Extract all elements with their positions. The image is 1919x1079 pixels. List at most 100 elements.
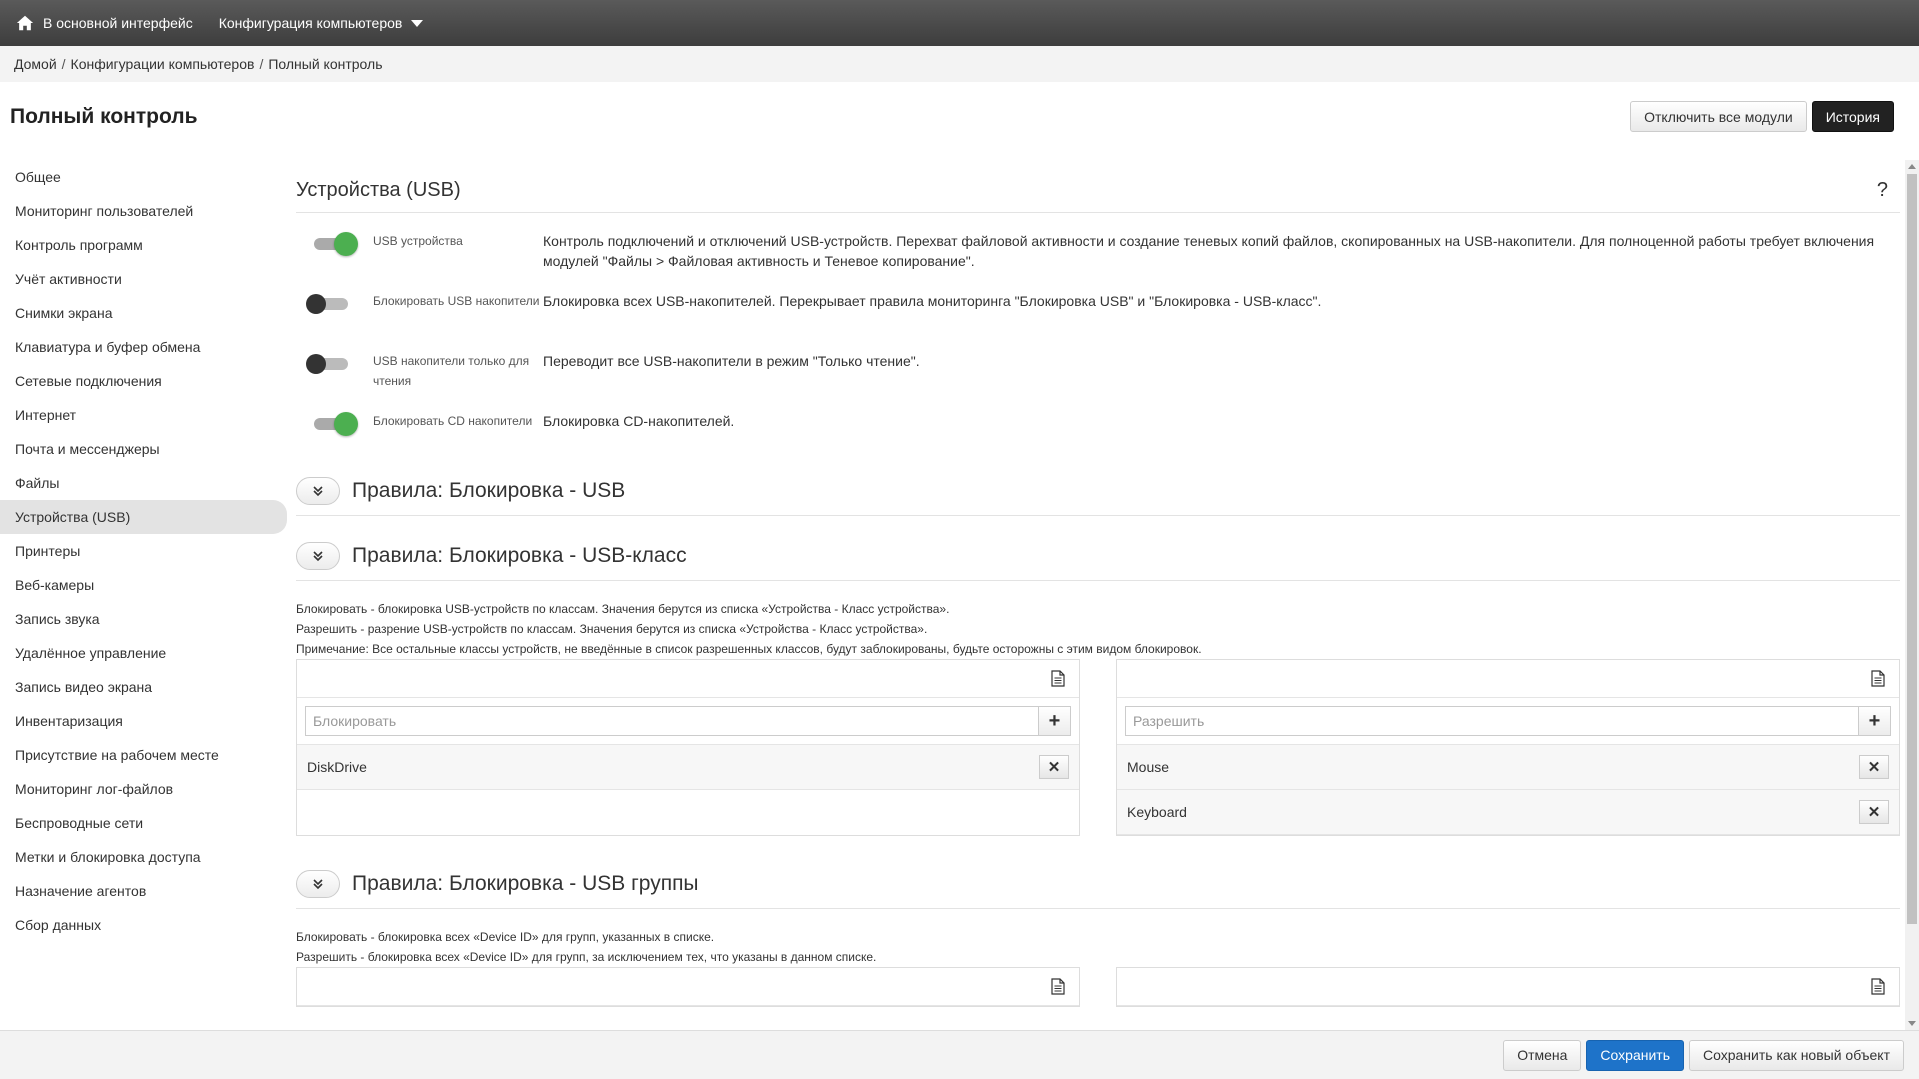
allow-list-panel: + Mouse ✕ Keyboard ✕ — [1116, 659, 1900, 836]
sidebar-item[interactable]: Интернет — [0, 398, 287, 432]
sidebar-item[interactable]: Принтеры — [0, 534, 287, 568]
save-as-new-button[interactable]: Сохранить как новый объект — [1689, 1039, 1904, 1071]
rules-usb-groups-title: Правила: Блокировка - USB группы — [352, 872, 699, 895]
sidebar-item[interactable]: Клавиатура и буфер обмена — [0, 330, 287, 364]
block-class-input[interactable] — [305, 706, 1038, 736]
list-item: DiskDrive ✕ — [297, 745, 1079, 790]
toggle-label: USB устройства — [373, 234, 463, 248]
scroll-up-icon[interactable] — [1908, 164, 1916, 169]
scroll-thumb[interactable] — [1907, 174, 1917, 924]
expand-rules-usb-button[interactable] — [296, 477, 340, 505]
add-allow-class-button[interactable]: + — [1858, 706, 1891, 736]
sidebar-item[interactable]: Учёт активности — [0, 262, 287, 296]
note-line: Разрешить - блокировка всех «Device ID» … — [296, 950, 877, 964]
double-chevron-down-icon — [313, 486, 323, 497]
note-line: Разрешить - разрение USB-устройств по кл… — [296, 622, 928, 636]
remove-item-button[interactable]: ✕ — [1859, 800, 1889, 824]
allow-items: Mouse ✕ Keyboard ✕ — [1117, 745, 1899, 835]
footer-actions: Отмена Сохранить Сохранить как новый объ… — [0, 1030, 1919, 1079]
section-title: Устройства (USB) — [296, 179, 461, 201]
toggle-switch[interactable] — [304, 231, 364, 257]
sidebar-item[interactable]: Мониторинг пользователей — [0, 194, 287, 228]
sidebar-item[interactable]: Инвентаризация — [0, 704, 287, 738]
home-icon — [16, 15, 34, 31]
home-link[interactable]: В основной интерфейс — [16, 14, 193, 32]
add-block-class-button[interactable]: + — [1038, 706, 1071, 736]
main-content: Устройства (USB) ? USB устройства Контрол… — [296, 160, 1900, 1030]
expand-rules-usb-groups-button[interactable] — [296, 870, 340, 898]
double-chevron-down-icon — [313, 879, 323, 890]
toggle-knob — [334, 232, 358, 256]
allow-add-row: + — [1117, 698, 1899, 745]
config-menu-dropdown[interactable]: Конфигурация компьютеров — [219, 15, 424, 31]
toggle-knob — [306, 294, 326, 314]
sidebar-item[interactable]: Удалённое управление — [0, 636, 287, 670]
config-menu-label: Конфигурация компьютеров — [218, 15, 403, 31]
sidebar-item[interactable]: Беспроводные сети — [0, 806, 287, 840]
block-items: DiskDrive ✕ — [297, 745, 1079, 790]
list-item-label: Mouse — [1127, 759, 1170, 775]
sidebar-item[interactable]: Контроль программ — [0, 228, 287, 262]
toggle-description: Переводит все USB-накопители в режим "То… — [543, 353, 920, 369]
sidebar-item[interactable]: Почта и мессенджеры — [0, 432, 287, 466]
home-link-label: В основной интерфейс — [43, 15, 193, 31]
panel-header — [297, 968, 1079, 1006]
toggle-label: Блокировать USB накопители — [373, 294, 540, 308]
document-icon[interactable] — [1871, 670, 1885, 687]
header-actions: Отключить все модули История — [1630, 101, 1894, 132]
sidebar-item[interactable]: Устройства (USB) — [0, 500, 287, 534]
sidebar-item[interactable]: Веб-камеры — [0, 568, 287, 602]
usb-class-lists: + DiskDrive ✕ + Mouse ✕ Keyboard ✕ — [296, 659, 1900, 836]
breadcrumb-separator: / — [259, 56, 264, 72]
toggle-label: Блокировать CD накопители — [373, 414, 533, 428]
groups-allow-panel — [1116, 967, 1900, 1007]
sidebar-item[interactable]: Запись видео экрана — [0, 670, 287, 704]
sidebar-item[interactable]: Присутствие на рабочем месте — [0, 738, 287, 772]
rules-usb-class-header: Правила: Блокировка - USB-класс — [296, 542, 1900, 581]
history-button[interactable]: История — [1811, 101, 1894, 132]
allow-class-input[interactable] — [1125, 706, 1858, 736]
sidebar-item[interactable]: Мониторинг лог-файлов — [0, 772, 287, 806]
breadcrumb-configurations[interactable]: Конфигурации компьютеров — [71, 56, 255, 72]
sidebar-item[interactable]: Снимки экрана — [0, 296, 287, 330]
disable-all-modules-button[interactable]: Отключить все модули — [1630, 101, 1807, 132]
scroll-down-icon[interactable] — [1908, 1021, 1916, 1026]
toggle-switch[interactable] — [304, 291, 364, 317]
help-button[interactable]: ? — [1877, 179, 1888, 202]
panel-header — [1117, 968, 1899, 1006]
remove-item-button[interactable]: ✕ — [1039, 755, 1069, 779]
sidebar-item[interactable]: Сбор данных — [0, 908, 287, 942]
breadcrumb-home[interactable]: Домой — [14, 56, 57, 72]
document-icon[interactable] — [1051, 978, 1065, 995]
save-button[interactable]: Сохранить — [1586, 1039, 1684, 1071]
sidebar-item[interactable]: Метки и блокировка доступа — [0, 840, 287, 874]
groups-block-panel — [296, 967, 1080, 1007]
sidebar-item[interactable]: Запись звука — [0, 602, 287, 636]
sidebar-item[interactable]: Общее — [0, 160, 287, 194]
sidebar-nav: Общее Мониторинг пользователей Контроль пр… — [0, 160, 287, 942]
sidebar-item[interactable]: Назначение агентов — [0, 874, 287, 908]
breadcrumb-current: Полный контроль — [268, 56, 383, 72]
list-item-label: Keyboard — [1127, 804, 1187, 820]
toggle-switch[interactable] — [304, 411, 364, 437]
double-chevron-down-icon — [313, 551, 323, 562]
sidebar-item[interactable]: Файлы — [0, 466, 287, 500]
block-list-panel: + DiskDrive ✕ — [296, 659, 1080, 836]
sidebar-item[interactable]: Сетевые подключения — [0, 364, 287, 398]
document-icon[interactable] — [1051, 670, 1065, 687]
page-title: Полный контроль — [10, 105, 198, 128]
document-icon[interactable] — [1871, 978, 1885, 995]
toggle-row: USB накопители только для чтения Переводи… — [296, 351, 1900, 393]
toggle-switch[interactable] — [304, 351, 364, 377]
cancel-button[interactable]: Отмена — [1503, 1039, 1582, 1071]
toggle-description: Блокировка CD-накопителей. — [543, 413, 735, 429]
remove-item-button[interactable]: ✕ — [1859, 755, 1889, 779]
usb-groups-lists — [296, 967, 1900, 1007]
expand-rules-usb-class-button[interactable] — [296, 542, 340, 570]
toggle-row: Блокировать CD накопители Блокировка CD-н… — [296, 411, 1900, 453]
list-item: Keyboard ✕ — [1117, 790, 1899, 835]
section-heading: Устройства (USB) ? — [296, 179, 1900, 213]
panel-header — [297, 660, 1079, 698]
main-scrollbar[interactable] — [1905, 160, 1919, 1030]
rules-usb-groups-header: Правила: Блокировка - USB группы — [296, 870, 1900, 909]
